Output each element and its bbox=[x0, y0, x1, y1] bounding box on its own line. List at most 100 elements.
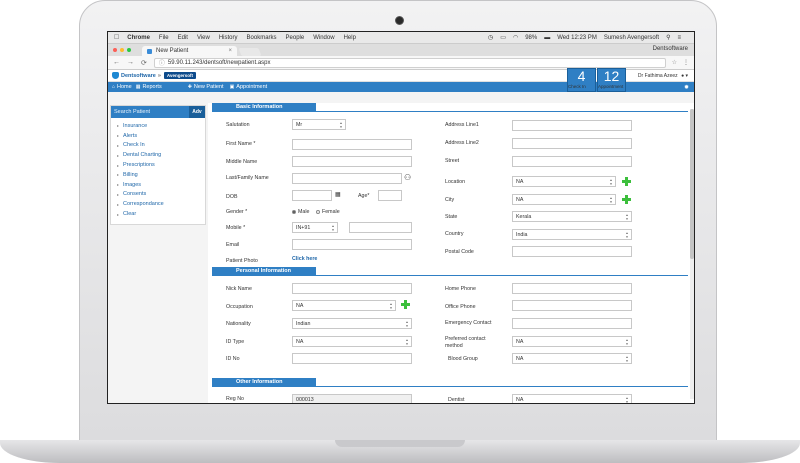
menu-app[interactable]: Chrome bbox=[127, 35, 150, 41]
scrollbar-thumb[interactable] bbox=[690, 109, 694, 259]
office-phone-field[interactable] bbox=[512, 300, 632, 311]
nick-name-field[interactable] bbox=[292, 283, 412, 294]
street-field[interactable] bbox=[512, 156, 632, 167]
country-select[interactable]: India bbox=[512, 229, 632, 240]
sidebar-item-consents[interactable]: ▸ Consents bbox=[117, 190, 205, 200]
blood-group-select[interactable]: NA bbox=[512, 353, 632, 364]
last-name-label: Last/Family Name bbox=[226, 175, 269, 181]
new-tab-button[interactable] bbox=[238, 48, 262, 56]
checkin-counter[interactable]: 4 Check In bbox=[567, 68, 596, 92]
clock[interactable]: Wed 12:23 PM bbox=[557, 35, 597, 41]
url-bar[interactable]: ⓘ 59.90.11.243/dentsoft/newpatient.aspx bbox=[153, 57, 666, 68]
menu-file[interactable]: File bbox=[159, 35, 169, 41]
menu-edit[interactable]: Edit bbox=[178, 35, 188, 41]
advanced-search-button[interactable]: Adv bbox=[189, 106, 205, 118]
appointment-counter[interactable]: 12 Appointment bbox=[597, 68, 626, 92]
middle-name-field[interactable] bbox=[292, 156, 412, 167]
email-field[interactable] bbox=[292, 239, 412, 250]
upload-photo-link[interactable]: Click here bbox=[292, 256, 317, 262]
search-input[interactable] bbox=[111, 106, 189, 118]
menu-people[interactable]: People bbox=[286, 35, 305, 41]
address1-field[interactable] bbox=[512, 120, 632, 131]
state-select[interactable]: Kerala bbox=[512, 211, 632, 222]
apple-icon[interactable]:  bbox=[114, 34, 119, 41]
add-location-icon[interactable] bbox=[622, 177, 631, 186]
dentist-select[interactable]: NA bbox=[512, 394, 632, 403]
add-city-icon[interactable] bbox=[622, 195, 631, 204]
maximize-window-icon[interactable] bbox=[127, 48, 131, 52]
last-name-field[interactable] bbox=[292, 173, 402, 184]
calendar-icon[interactable]: ▦ bbox=[335, 191, 341, 198]
location-select[interactable]: NA bbox=[512, 176, 616, 187]
add-occupation-icon[interactable] bbox=[401, 300, 410, 309]
family-icon[interactable]: ⚇ bbox=[404, 173, 411, 182]
mobile-code-select[interactable]: IN+91 bbox=[292, 222, 338, 233]
form-scrollbar[interactable] bbox=[690, 109, 694, 399]
mobile-field[interactable] bbox=[349, 222, 412, 233]
menu-history[interactable]: History bbox=[219, 35, 238, 41]
browser-profile[interactable]: Dentsoftware bbox=[653, 46, 688, 52]
id-type-select[interactable]: NA bbox=[292, 336, 412, 347]
sidebar-item-prescriptions[interactable]: ▸ Prescriptions bbox=[117, 160, 205, 170]
nav-home[interactable]: ⌂ Home bbox=[112, 84, 132, 90]
sidebar-item-dental-charting[interactable]: ▸ Dental Charting bbox=[117, 150, 205, 160]
city-select[interactable]: NA bbox=[512, 194, 616, 205]
sidebar-item-check-in[interactable]: ▸ Check In bbox=[117, 141, 205, 151]
sidebar-item-clear[interactable]: ▸ Clear bbox=[117, 209, 205, 219]
forward-icon[interactable]: → bbox=[127, 59, 134, 66]
battery-icon[interactable]: ▬ bbox=[544, 35, 550, 41]
gender-male-option[interactable]: Male bbox=[292, 209, 309, 215]
emergency-contact-field[interactable] bbox=[512, 318, 632, 329]
spotlight-icon[interactable]: ⚲ bbox=[666, 34, 670, 41]
sidebar-item-alerts[interactable]: ▸ Alerts bbox=[117, 131, 205, 141]
sidebar-item-correspondance[interactable]: ▸ Correspondance bbox=[117, 199, 205, 209]
gender-female-option[interactable]: Female bbox=[316, 209, 340, 215]
mobile-label: Mobile * bbox=[226, 225, 246, 231]
first-name-field[interactable] bbox=[292, 139, 412, 150]
dob-field[interactable] bbox=[292, 190, 332, 201]
menu-window[interactable]: Window bbox=[313, 35, 334, 41]
browser-tab[interactable]: New Patient × bbox=[142, 46, 237, 56]
nationality-select[interactable]: Indian bbox=[292, 318, 412, 329]
checkin-count: 4 bbox=[577, 68, 586, 84]
postal-code-field[interactable] bbox=[512, 246, 632, 257]
id-no-field[interactable] bbox=[292, 353, 412, 364]
tab-close-icon[interactable]: × bbox=[228, 48, 232, 54]
vpn-icon[interactable]: ▭ bbox=[500, 34, 506, 41]
nav-new-patient[interactable]: ✚ New Patient bbox=[188, 84, 224, 90]
preferred-contact-select[interactable]: NA bbox=[512, 336, 632, 347]
favicon-icon bbox=[147, 48, 152, 54]
close-window-icon[interactable] bbox=[113, 48, 117, 52]
gear-icon[interactable]: ✹ bbox=[684, 84, 689, 91]
wifi-icon[interactable]: ◠ bbox=[513, 34, 518, 41]
nav-appointment[interactable]: ▣ Appointment bbox=[230, 84, 268, 90]
occupation-select[interactable]: NA bbox=[292, 300, 396, 311]
reload-icon[interactable]: ⟳ bbox=[141, 59, 147, 67]
menu-view[interactable]: View bbox=[197, 35, 210, 41]
menu-bookmarks[interactable]: Bookmarks bbox=[247, 35, 277, 41]
menu-help[interactable]: Help bbox=[344, 35, 356, 41]
email-label: Email bbox=[226, 242, 240, 248]
laptop-notch bbox=[335, 440, 465, 447]
sidebar-item-billing[interactable]: ▸ Billing bbox=[117, 170, 205, 180]
sidebar-item-insurance[interactable]: ▸ Insurance bbox=[117, 121, 205, 131]
nav-reports[interactable]: ▦ Reports bbox=[136, 84, 162, 90]
browser-menu-icon[interactable]: ⋮ bbox=[683, 59, 689, 66]
minimize-window-icon[interactable] bbox=[120, 48, 124, 52]
notification-center-icon[interactable]: ≡ bbox=[677, 35, 681, 41]
user-menu[interactable]: Dr Fathima Azeez ● ▾ bbox=[638, 73, 688, 79]
back-icon[interactable]: ← bbox=[113, 59, 120, 66]
age-field[interactable] bbox=[378, 190, 402, 201]
office-phone-label: Office Phone bbox=[445, 304, 476, 310]
logo-text: Dentsoftware bbox=[121, 72, 156, 79]
address2-field[interactable] bbox=[512, 138, 632, 149]
menu-user[interactable]: Sumesh Avengersoft bbox=[604, 35, 659, 41]
battery-level[interactable]: 98% bbox=[525, 35, 537, 41]
bookmark-star-icon[interactable]: ☆ bbox=[672, 59, 677, 66]
sidebar-item-images[interactable]: ▸ Images bbox=[117, 180, 205, 190]
info-icon[interactable]: ⓘ bbox=[159, 58, 165, 67]
app-logo[interactable]: Dentsoftware » Avengersoft bbox=[112, 72, 196, 79]
timemachine-icon[interactable]: ◷ bbox=[488, 34, 493, 41]
home-phone-field[interactable] bbox=[512, 283, 632, 294]
salutation-select[interactable]: Mr bbox=[292, 119, 346, 130]
